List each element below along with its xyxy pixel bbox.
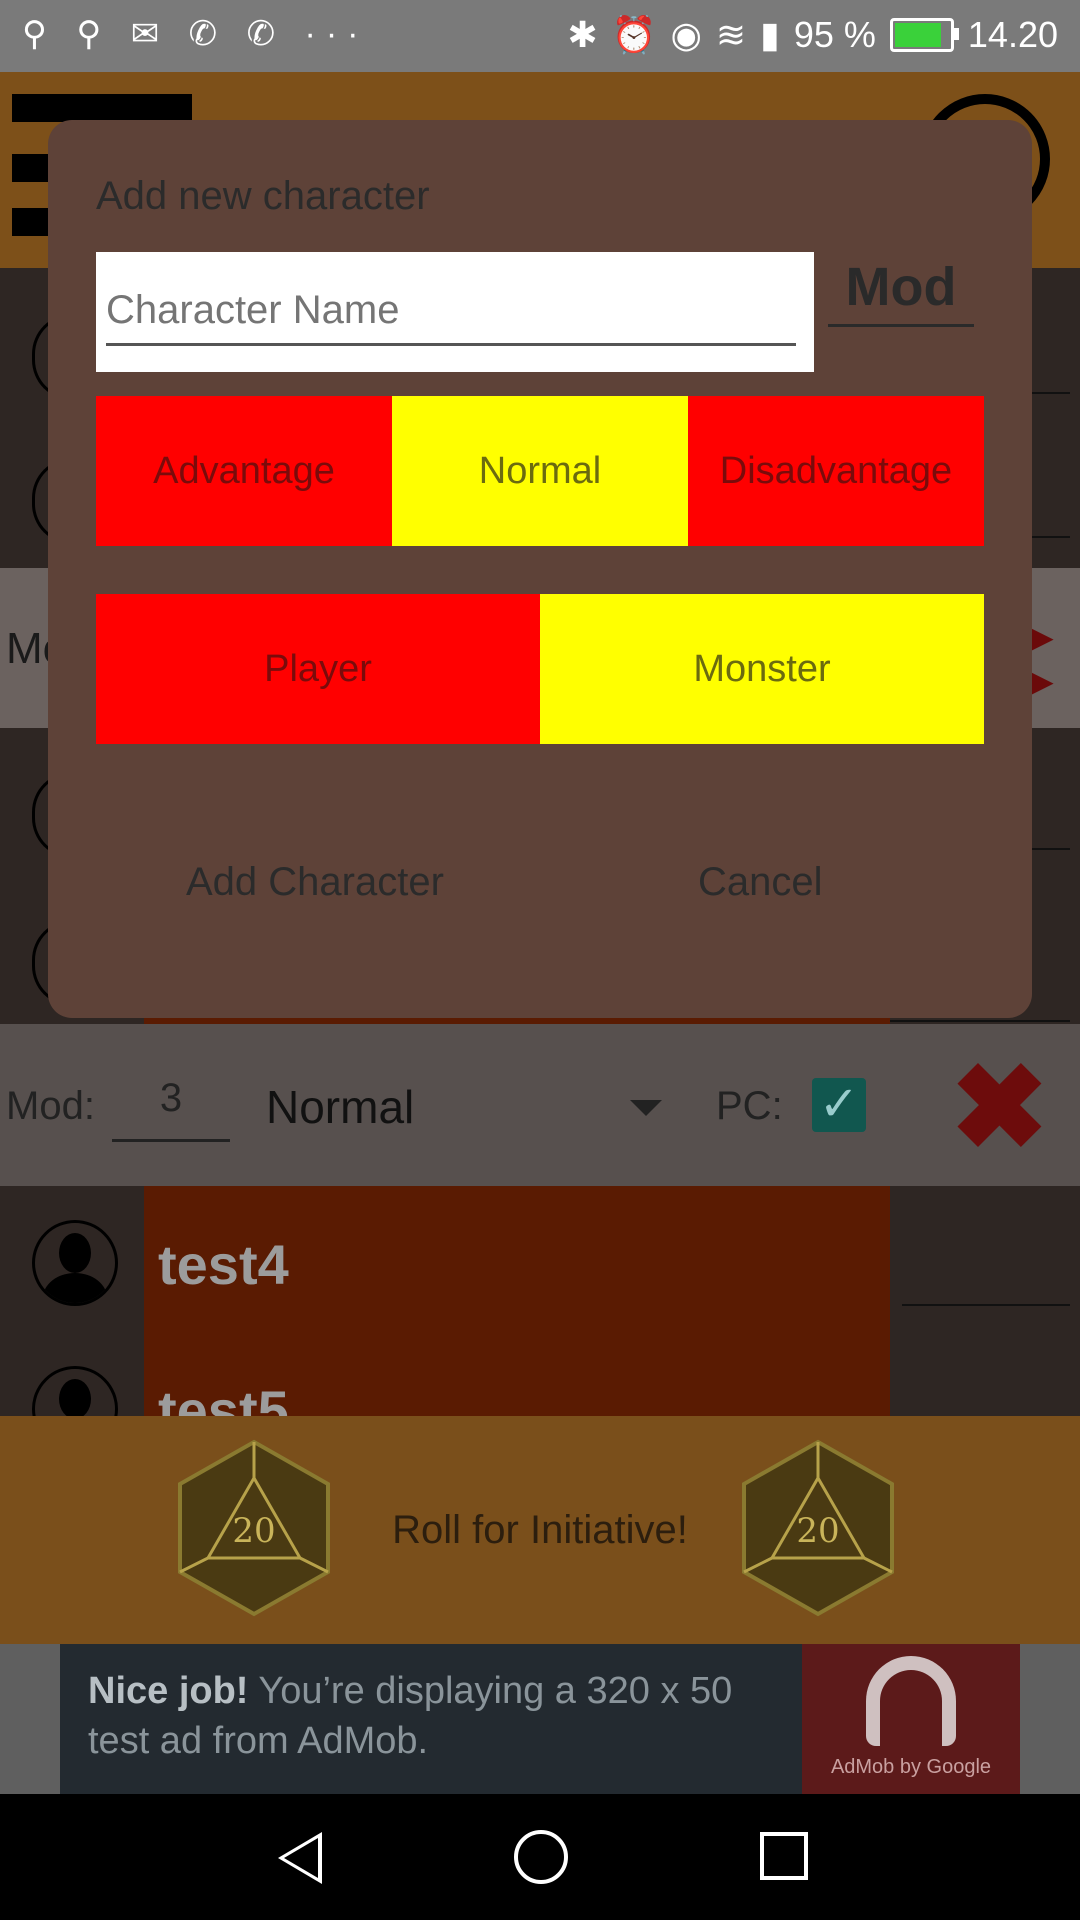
dialog-title: Add new character (96, 174, 430, 218)
signal-icon: ▮ (760, 14, 780, 55)
eye-comfort-icon: ◉ (670, 14, 702, 55)
wifi-icon: ≋ (715, 14, 747, 55)
mod-input[interactable]: 3 (112, 1076, 230, 1142)
home-icon[interactable] (514, 1830, 568, 1884)
notification-icons: ⚲ ⚲ ✉ ✆ ✆ ··· (22, 15, 369, 53)
admob-icon (866, 1656, 956, 1746)
ad-headline: Nice job! (88, 1670, 249, 1712)
advantage-option[interactable]: Advantage (96, 396, 392, 546)
menu-icon-bar (12, 154, 52, 182)
player-option[interactable]: Player (96, 594, 540, 744)
battery-percent: 95 % (793, 14, 876, 55)
svg-text:20: 20 (796, 1511, 839, 1551)
character-name[interactable]: test4 (158, 1232, 289, 1297)
roll-initiative-bar[interactable]: 20 Roll for Initiative! 20 (0, 1416, 1080, 1644)
system-nav-bar (0, 1794, 1080, 1920)
ad-content[interactable]: Nice job! You’re displaying a 320 x 50 t… (60, 1644, 802, 1794)
mod-input[interactable]: Mod (828, 256, 974, 327)
pc-label: PC: (716, 1084, 783, 1128)
mod-label: Mod: (6, 1084, 95, 1128)
add-character-button[interactable]: Add Character (186, 860, 444, 905)
roll-mode-select[interactable]: Normal (266, 1080, 414, 1134)
recents-icon[interactable] (760, 1832, 808, 1880)
cancel-button[interactable]: Cancel (698, 860, 823, 905)
roll-initiative-label: Roll for Initiative! (392, 1508, 688, 1552)
admob-logo[interactable]: AdMob by Google (802, 1644, 1020, 1794)
monster-option[interactable]: Monster (540, 594, 984, 744)
ad-text: Nice job! You’re displaying a 320 x 50 t… (88, 1666, 788, 1766)
avatar (32, 1220, 118, 1306)
character-controls: Mod: 3 Normal PC: ✓ ✖ (0, 1024, 1080, 1186)
back-icon[interactable] (278, 1832, 322, 1884)
delete-icon[interactable]: ✖ (950, 1049, 1049, 1167)
character-name-input[interactable] (106, 280, 796, 346)
character-list-bottom: test4 test5 (0, 1186, 1080, 1452)
status-bar: ⚲ ⚲ ✉ ✆ ✆ ··· ✱ ⏰ ◉ ≋ ▮ 95 % 14.20 (0, 0, 1080, 72)
d20-icon: 20 (742, 1439, 894, 1617)
chevron-down-icon[interactable] (630, 1100, 662, 1116)
disadvantage-option[interactable]: Disadvantage (688, 396, 984, 546)
clock: 14.20 (967, 14, 1058, 55)
bluetooth-icon: ✱ (567, 14, 598, 55)
ad-banner[interactable]: Nice job! You’re displaying a 320 x 50 t… (0, 1644, 1080, 1794)
add-character-dialog: Add new character Mod Advantage Normal D… (48, 120, 1032, 1018)
normal-option[interactable]: Normal (392, 396, 688, 546)
character-name-field[interactable] (96, 252, 814, 372)
menu-icon-bar (12, 208, 52, 236)
pc-checkbox[interactable]: ✓ (812, 1078, 866, 1132)
alarm-icon: ⏰ (611, 14, 657, 55)
battery-icon (889, 18, 959, 52)
ad-brand: AdMob by Google (830, 1756, 992, 1778)
menu-icon[interactable] (12, 94, 192, 122)
